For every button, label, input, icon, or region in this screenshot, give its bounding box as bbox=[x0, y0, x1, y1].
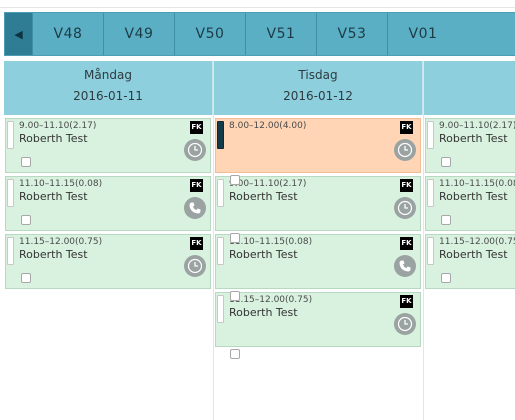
week-navigation: ◀ V48 V49 V50 V51 V53 V01 bbox=[4, 12, 515, 56]
appointment-time: 9.00–11.10(2.17) bbox=[229, 179, 307, 189]
appointment-card[interactable]: 11.10–11.15(0.08) Roberth Test FK bbox=[5, 176, 211, 231]
appointment-card[interactable]: 9.00–11.10(2.17) Roberth Test FK bbox=[5, 118, 211, 173]
appointment-time: 9.00–11.10(2.17) bbox=[19, 121, 97, 131]
clock-icon[interactable] bbox=[184, 139, 206, 161]
appointment-person: Roberth Test bbox=[19, 190, 88, 203]
appointment-card[interactable]: 11.15–12.00(0.75) Roberth Test FK bbox=[215, 292, 421, 347]
status-bar bbox=[7, 121, 14, 149]
day-header: O 201 bbox=[424, 61, 515, 115]
week-tab-v53[interactable]: V53 bbox=[316, 13, 387, 55]
status-bar bbox=[217, 179, 224, 207]
appointment-person: Roberth Test bbox=[229, 190, 298, 203]
fk-badge: FK bbox=[190, 237, 203, 250]
appointment-person: Roberth Test bbox=[439, 248, 508, 261]
clock-icon[interactable] bbox=[394, 139, 416, 161]
appointment-time: 11.10–11.15(0.08) bbox=[229, 237, 313, 247]
appointment-checkbox[interactable] bbox=[230, 175, 240, 185]
appointment-checkbox[interactable] bbox=[230, 233, 240, 243]
appointment-time: 8.00–12.00(4.00) bbox=[229, 121, 307, 131]
appointment-checkbox[interactable] bbox=[441, 215, 451, 225]
appointment-checkbox[interactable] bbox=[230, 291, 240, 301]
day-column-wednesday: O 201 9.00–11.10(2.17) Roberth Test 11.1… bbox=[424, 61, 515, 420]
appointment-checkbox[interactable] bbox=[21, 273, 31, 283]
week-tab-v48[interactable]: V48 bbox=[32, 13, 103, 55]
status-bar bbox=[217, 295, 224, 323]
appointment-card[interactable]: 11.15–12.00(0.75) Roberth Test FK bbox=[5, 234, 211, 289]
day-date: 2016-01-11 bbox=[73, 89, 143, 103]
status-bar bbox=[217, 237, 224, 265]
appointment-person: Roberth Test bbox=[19, 132, 88, 145]
fk-badge: FK bbox=[400, 179, 413, 192]
phone-icon[interactable] bbox=[394, 255, 416, 277]
week-tab-v49[interactable]: V49 bbox=[103, 13, 174, 55]
appointment-card[interactable]: 8.00–12.00(4.00) FK bbox=[215, 118, 421, 173]
appointment-time: 11.15–12.00(0.75) bbox=[439, 237, 515, 247]
fk-badge: FK bbox=[400, 237, 413, 250]
appointment-person: Roberth Test bbox=[439, 132, 508, 145]
day-date: 2016-01-12 bbox=[283, 89, 353, 103]
day-column-tuesday: Tisdag 2016-01-12 8.00–12.00(4.00) FK 9.… bbox=[214, 61, 423, 420]
appointment-time: 11.10–11.15(0.08) bbox=[439, 179, 515, 189]
week-tab-v50[interactable]: V50 bbox=[174, 13, 245, 55]
appointment-time: 11.10–11.15(0.08) bbox=[19, 179, 103, 189]
day-name: Måndag bbox=[84, 68, 132, 82]
fk-badge: FK bbox=[190, 121, 203, 134]
appointment-card[interactable]: 9.00–11.10(2.17) Roberth Test FK bbox=[215, 176, 421, 231]
status-bar bbox=[7, 179, 14, 207]
status-bar bbox=[7, 237, 14, 265]
appointment-person: Roberth Test bbox=[439, 190, 508, 203]
top-bar bbox=[0, 0, 515, 8]
status-bar bbox=[427, 179, 434, 207]
day-column-monday: Måndag 2016-01-11 9.00–11.10(2.17) Rober… bbox=[4, 61, 213, 420]
status-bar bbox=[427, 121, 434, 149]
day-name: O bbox=[424, 61, 515, 85]
appointment-person: Roberth Test bbox=[19, 248, 88, 261]
appointment-person: Roberth Test bbox=[229, 248, 298, 261]
week-tab-v51[interactable]: V51 bbox=[245, 13, 316, 55]
day-header: Måndag 2016-01-11 bbox=[4, 61, 213, 115]
day-name: Tisdag bbox=[298, 68, 338, 82]
chevron-left-icon: ◀ bbox=[14, 27, 23, 41]
appointment-card[interactable]: 11.15–12.00(0.75) Roberth Test bbox=[425, 234, 515, 289]
fk-badge: FK bbox=[400, 295, 413, 308]
previous-week-button[interactable]: ◀ bbox=[5, 13, 32, 55]
fk-badge: FK bbox=[400, 121, 413, 134]
status-bar bbox=[217, 121, 224, 149]
appointment-card[interactable]: 11.10–11.15(0.08) Roberth Test FK bbox=[215, 234, 421, 289]
appointment-time: 11.15–12.00(0.75) bbox=[229, 295, 313, 305]
appointment-card[interactable]: 11.10–11.15(0.08) Roberth Test bbox=[425, 176, 515, 231]
appointment-checkbox[interactable] bbox=[441, 157, 451, 167]
appointment-time: 9.00–11.10(2.17) bbox=[439, 121, 515, 131]
day-date: 201 bbox=[424, 89, 515, 103]
phone-icon[interactable] bbox=[184, 197, 206, 219]
day-header: Tisdag 2016-01-12 bbox=[214, 61, 423, 115]
week-tab-v01[interactable]: V01 bbox=[387, 13, 458, 55]
appointment-checkbox[interactable] bbox=[230, 349, 240, 359]
appointment-person: Roberth Test bbox=[229, 306, 298, 319]
appointment-checkbox[interactable] bbox=[441, 273, 451, 283]
clock-icon[interactable] bbox=[184, 255, 206, 277]
status-bar bbox=[427, 237, 434, 265]
clock-icon[interactable] bbox=[394, 197, 416, 219]
appointment-checkbox[interactable] bbox=[21, 215, 31, 225]
fk-badge: FK bbox=[190, 179, 203, 192]
appointment-card[interactable]: 9.00–11.10(2.17) Roberth Test bbox=[425, 118, 515, 173]
appointment-time: 11.15–12.00(0.75) bbox=[19, 237, 103, 247]
clock-icon[interactable] bbox=[394, 313, 416, 335]
appointment-checkbox[interactable] bbox=[21, 157, 31, 167]
